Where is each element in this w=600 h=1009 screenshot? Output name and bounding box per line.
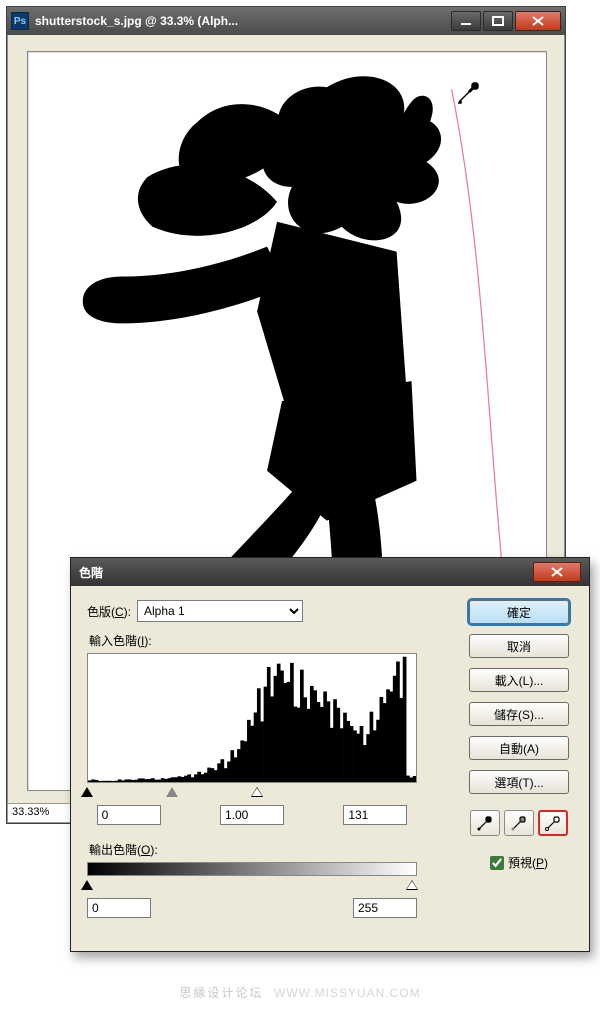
save-button[interactable]: 儲存(S)... (469, 702, 569, 726)
levels-close-button[interactable] (533, 562, 581, 582)
input-slider-track[interactable] (87, 787, 417, 801)
ps-titlebar[interactable]: Ps shutterstock_s.jpg @ 33.3% (Alph... (7, 7, 565, 35)
photoshop-app-icon: Ps (11, 12, 29, 30)
black-eyedropper-button[interactable] (470, 810, 500, 836)
input-shadow-field[interactable] (97, 805, 161, 825)
white-eyedropper-button[interactable] (538, 810, 568, 836)
levels-dialog: 色階 色版(C): Alpha 1 輸入色階(I): (70, 557, 590, 952)
levels-titlebar[interactable]: 色階 (71, 558, 589, 586)
close-button[interactable] (515, 11, 561, 31)
ok-button[interactable]: 確定 (469, 600, 569, 624)
channel-select[interactable]: Alpha 1 (137, 600, 303, 622)
input-midtone-field[interactable] (220, 805, 284, 825)
preview-checkbox-row[interactable]: 預視(P) (490, 854, 548, 871)
output-highlight-field[interactable] (353, 898, 417, 918)
channel-label: 色版(C): (87, 603, 131, 620)
load-button[interactable]: 載入(L)... (469, 668, 569, 692)
levels-title: 色階 (79, 564, 533, 581)
input-highlight-field[interactable] (343, 805, 407, 825)
input-levels-label: 輸入色階(I): (89, 632, 453, 649)
preview-checkbox[interactable] (490, 856, 504, 870)
eyedropper-cursor-icon (455, 80, 481, 106)
highlight-slider-icon[interactable] (251, 787, 263, 797)
output-shadow-field[interactable] (87, 898, 151, 918)
shadow-slider-icon[interactable] (81, 787, 93, 797)
maximize-button[interactable] (483, 11, 513, 31)
eyedropper-group (470, 810, 568, 836)
zoom-status[interactable]: 33.33% (7, 803, 71, 823)
watermark: 思縁设计论坛 WWW.MISSYUAN.COM (0, 984, 600, 1001)
preview-label: 預視(P) (508, 854, 548, 871)
options-button[interactable]: 選項(T)... (469, 770, 569, 794)
gray-eyedropper-button[interactable] (504, 810, 534, 836)
output-levels-label: 輸出色階(O): (89, 841, 453, 858)
auto-button[interactable]: 自動(A) (469, 736, 569, 760)
output-shadow-slider-icon[interactable] (81, 880, 93, 890)
cancel-button[interactable]: 取消 (469, 634, 569, 658)
histogram (87, 653, 417, 783)
output-slider-track[interactable] (87, 880, 417, 894)
output-gradient (87, 862, 417, 876)
output-highlight-slider-icon[interactable] (406, 880, 418, 890)
document-title: shutterstock_s.jpg @ 33.3% (Alph... (35, 14, 451, 28)
midtone-slider-icon[interactable] (166, 787, 178, 797)
minimize-button[interactable] (451, 11, 481, 31)
